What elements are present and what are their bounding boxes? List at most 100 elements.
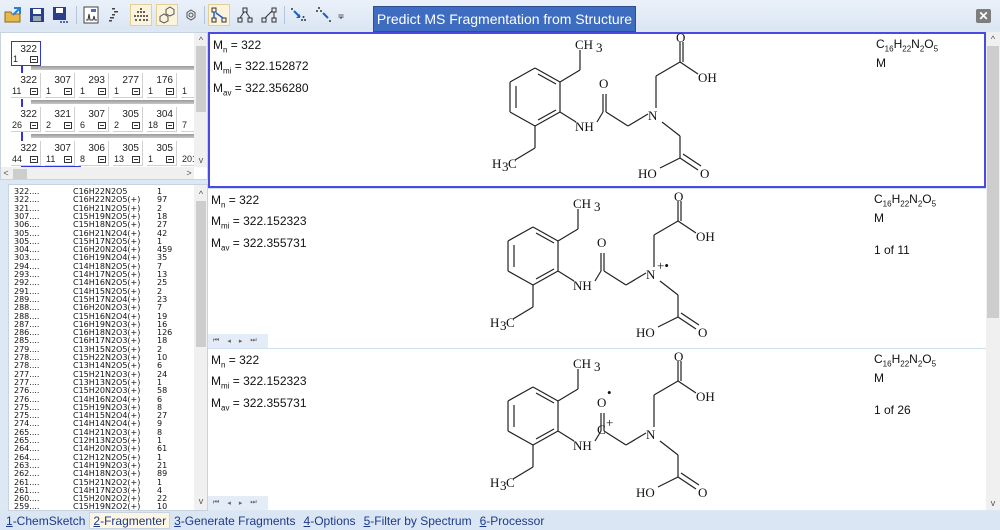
tree-node[interactable]: 176 1 xyxy=(147,73,177,98)
list-vertical-scrollbar[interactable]: ^ v xyxy=(194,185,207,510)
tree-node[interactable]: 321 2 xyxy=(45,107,75,132)
first-icon[interactable]: ⏮ xyxy=(213,499,219,507)
tree-list-icon[interactable] xyxy=(104,4,126,26)
scroll-up-icon[interactable]: ^ xyxy=(194,189,207,199)
scroll-down-icon[interactable]: v xyxy=(194,155,207,165)
collapse-icon[interactable] xyxy=(132,88,140,95)
tree-layout-1-icon[interactable] xyxy=(208,4,230,26)
tree-node[interactable]: 307 6 xyxy=(79,107,109,132)
list-item[interactable]: 259.... C15H19N2O2(+) 10 xyxy=(9,502,193,510)
spectrum-report-icon[interactable] xyxy=(80,4,102,26)
tab-chemsketch[interactable]: 1-ChemSketch xyxy=(2,512,89,529)
prev-icon[interactable]: ◂ xyxy=(227,499,231,507)
expand-down-icon[interactable] xyxy=(288,4,310,26)
tree-node[interactable]: 322 1 xyxy=(11,41,41,66)
molecule-structure[interactable]: CH 3H 3 CNHON+•OOHHO O xyxy=(478,191,738,351)
scroll-right-icon[interactable]: > xyxy=(184,168,194,178)
expand-up-icon[interactable] xyxy=(312,4,334,26)
tree-node[interactable]: 305 2 xyxy=(113,107,143,132)
save-as-icon[interactable] xyxy=(50,4,72,26)
node-mz: 307 xyxy=(54,143,71,154)
collapse-icon[interactable] xyxy=(64,88,72,95)
collapse-icon[interactable] xyxy=(64,122,72,129)
tree-horizontal-scrollbar[interactable]: < > xyxy=(1,167,194,179)
tab-options[interactable]: 4-Options xyxy=(300,512,360,529)
tab-fragmenter[interactable]: 2-Fragmenter xyxy=(89,512,171,529)
collapse-icon[interactable] xyxy=(132,156,140,163)
collapse-icon[interactable] xyxy=(166,156,174,163)
tree-node[interactable]: 307 1 xyxy=(45,73,75,98)
last-icon[interactable]: ⏭ xyxy=(250,337,256,345)
save-icon[interactable] xyxy=(26,4,48,26)
tree-layout-2-icon[interactable] xyxy=(234,4,256,26)
dot-grid-icon[interactable] xyxy=(130,4,152,26)
collapse-icon[interactable] xyxy=(30,56,38,63)
main-vertical-scrollbar[interactable]: ^ v xyxy=(986,32,1000,510)
scroll-left-icon[interactable]: < xyxy=(1,168,11,178)
ion-type: M xyxy=(874,211,884,226)
tab-processor[interactable]: 6-Processor xyxy=(476,512,549,529)
bond xyxy=(512,466,534,480)
node-count: 2 xyxy=(114,120,120,130)
node-count: 13 xyxy=(114,154,125,164)
tree-node[interactable]: 307 11 xyxy=(45,141,75,166)
node-mz: 322 xyxy=(20,44,37,55)
collapse-icon[interactable] xyxy=(166,122,174,129)
scrollbar-thumb[interactable] xyxy=(13,169,27,179)
node-mz: 322 xyxy=(20,75,37,86)
collapse-icon[interactable] xyxy=(98,122,106,129)
tree-node[interactable]: 305 13 xyxy=(113,141,143,166)
last-icon[interactable]: ⏭ xyxy=(250,499,256,507)
fragment-list[interactable]: 322.... C16H22N2O5 1 322.... C16H22N2O5(+) 97… xyxy=(8,184,208,511)
label-h3c: C xyxy=(506,315,515,330)
close-button[interactable]: ✕ xyxy=(976,9,991,23)
tree-node[interactable]: 322 11 xyxy=(11,73,41,98)
collapse-icon[interactable] xyxy=(30,156,38,163)
next-icon[interactable]: ▸ xyxy=(239,499,243,507)
scrollbar-thumb[interactable] xyxy=(196,201,206,347)
ring-double-bond xyxy=(535,268,555,280)
first-icon[interactable]: ⏮ xyxy=(213,337,219,345)
collapse-icon[interactable] xyxy=(64,156,72,163)
tree-vertical-scrollbar[interactable]: ^ v xyxy=(194,33,207,167)
collapse-icon[interactable] xyxy=(98,156,106,163)
scrollbar-thumb[interactable] xyxy=(196,46,206,112)
ring-icon[interactable] xyxy=(180,4,202,26)
molecule-structure[interactable]: CH 3H 3 CNHC +O•NOOHHO O xyxy=(478,351,738,511)
tree-node[interactable]: 322 44 xyxy=(11,141,41,166)
fragmentation-tree[interactable]: 3221322113071293127711761141322263212307… xyxy=(0,32,208,180)
fragment-card[interactable]: Mn = 322 Mmi = 322.152872 Mav = 322.356280… xyxy=(208,32,986,188)
next-icon[interactable]: ▸ xyxy=(239,337,243,345)
ring-double-bond xyxy=(535,428,555,440)
scroll-up-icon[interactable]: ^ xyxy=(986,34,1000,44)
fragment-card[interactable]: Mn = 322 Mmi = 322.152323 Mav = 322.355731… xyxy=(208,348,986,510)
bond xyxy=(680,312,700,326)
prev-icon[interactable]: ◂ xyxy=(227,337,231,345)
tab-generate-fragments[interactable]: 3-Generate Fragments xyxy=(170,512,299,529)
scrollbar-thumb[interactable] xyxy=(987,46,999,318)
tree-node[interactable]: 306 8 xyxy=(79,141,109,166)
tab-filter-by-spectrum[interactable]: 5-Filter by Spectrum xyxy=(360,512,476,529)
collapse-icon[interactable] xyxy=(166,88,174,95)
tree-node[interactable]: 305 1 xyxy=(147,141,177,166)
collapse-icon[interactable] xyxy=(98,88,106,95)
collapse-icon[interactable] xyxy=(30,122,38,129)
fragment-card[interactable]: Mn = 322 Mmi = 322.152323 Mav = 322.355731… xyxy=(208,188,986,348)
more-options-icon[interactable] xyxy=(334,4,348,26)
collapse-icon[interactable] xyxy=(30,88,38,95)
node-mz: 293 xyxy=(88,75,105,86)
scroll-down-icon[interactable]: v xyxy=(986,498,1000,508)
rings-icon[interactable] xyxy=(156,4,178,26)
scroll-up-icon[interactable]: ^ xyxy=(194,35,207,45)
tree-layout-3-icon[interactable] xyxy=(258,4,280,26)
tree-node[interactable]: 293 1 xyxy=(79,73,109,98)
tree-node[interactable]: 304 18 xyxy=(147,107,177,132)
scroll-down-icon[interactable]: v xyxy=(194,496,207,506)
tree-node[interactable]: 322 26 xyxy=(11,107,41,132)
node-count: 1 xyxy=(182,86,188,96)
tree-node[interactable]: 277 1 xyxy=(113,73,143,98)
molecule-structure[interactable]: CH 3H 3 CNHONOOHHO O xyxy=(480,32,740,192)
bond xyxy=(679,61,699,75)
collapse-icon[interactable] xyxy=(132,122,140,129)
open-folder-icon[interactable] xyxy=(2,4,24,26)
